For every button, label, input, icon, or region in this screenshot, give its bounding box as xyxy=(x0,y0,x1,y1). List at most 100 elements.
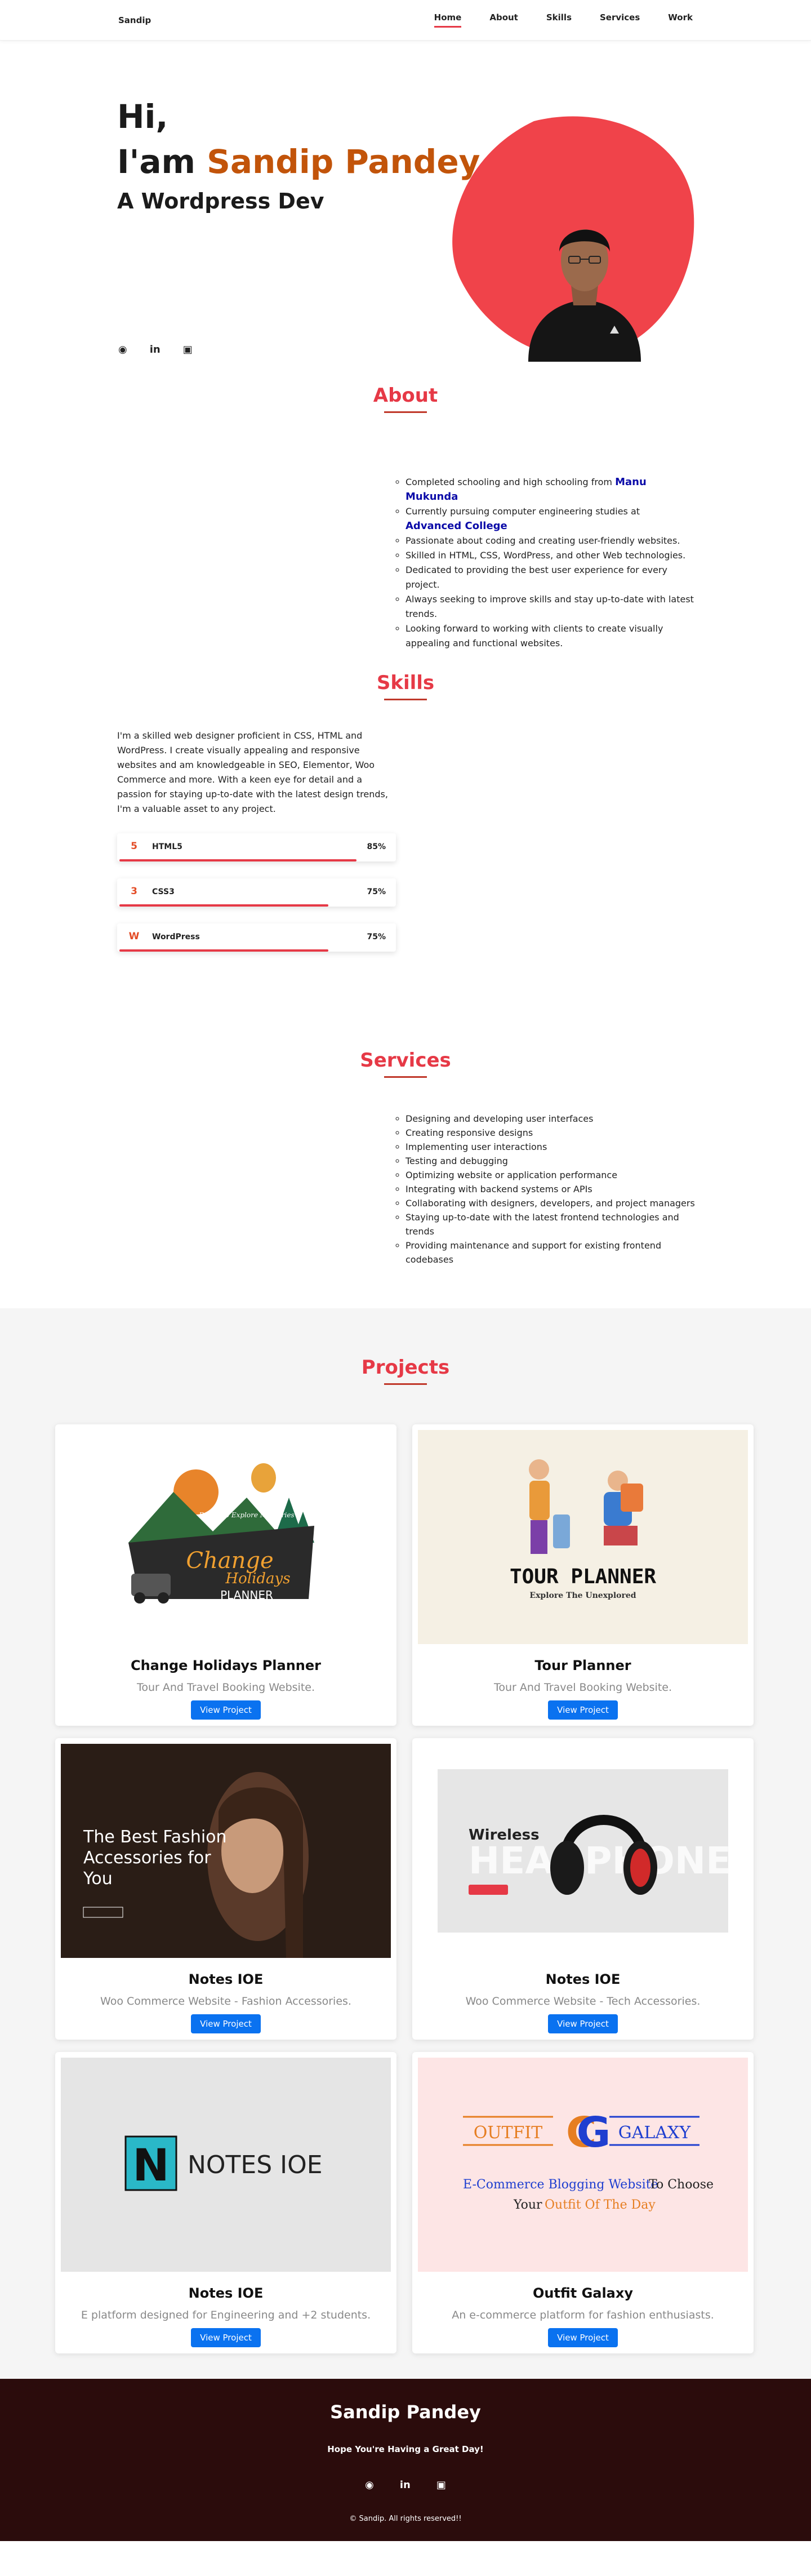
project-description: Tour And Travel Booking Website. xyxy=(136,1681,315,1694)
list-item: Integrating with backend systems or APIs xyxy=(406,1182,698,1196)
svg-text:GALAXY: GALAXY xyxy=(618,2123,692,2143)
list-item: Always seeking to improve skills and sta… xyxy=(406,592,698,621)
list-item: Currently pursuing computer engineering … xyxy=(406,504,698,534)
about-section: About Completed schooling and high schoo… xyxy=(0,356,811,660)
github-icon[interactable]: ◉ xyxy=(365,2479,374,2491)
services-title: Services xyxy=(0,1049,811,1078)
svg-text:Outfit Of The Day: Outfit Of The Day xyxy=(545,2198,656,2212)
nav-skills[interactable]: Skills xyxy=(546,12,572,28)
instagram-icon[interactable]: ▣ xyxy=(183,344,193,356)
project-description: E platform designed for Engineering and … xyxy=(81,2309,371,2321)
list-item: Creating responsive designs xyxy=(406,1126,698,1140)
hero-portrait xyxy=(452,116,694,362)
skill-name: CSS3 xyxy=(152,887,175,896)
svg-text:To Choose: To Choose xyxy=(649,2178,714,2192)
github-icon[interactable]: ◉ xyxy=(118,344,127,356)
skill-name: WordPress xyxy=(152,932,200,941)
wordpress-icon: W xyxy=(128,931,140,942)
project-thumbnail: Change Holidays PLANNER Ready to Explore… xyxy=(61,1430,391,1644)
list-item: Looking forward to working with clients … xyxy=(406,621,698,651)
list-item: Designing and developing user interfaces xyxy=(406,1112,698,1126)
project-card: TOUR PLANNER Explore The Unexplored Tour… xyxy=(412,1424,754,1726)
svg-text:Your: Your xyxy=(513,2198,542,2212)
list-item: Implementing user interactions xyxy=(406,1140,698,1154)
project-title: Notes IOE xyxy=(545,1971,621,1987)
svg-text:Accessories for: Accessories for xyxy=(83,1848,211,1868)
instagram-icon[interactable]: ▣ xyxy=(436,2479,446,2491)
hero-text: Hi, I'am Sandip Pandey A Wordpress Dev xyxy=(117,94,480,214)
list-item: Providing maintenance and support for ex… xyxy=(406,1238,698,1267)
view-project-button[interactable]: View Project xyxy=(548,1700,618,1720)
project-title: Notes IOE xyxy=(188,1971,264,1987)
college-link[interactable]: Advanced College xyxy=(406,520,507,532)
skills-intro: I'm a skilled web designer proficient in… xyxy=(117,730,388,814)
projects-grid: Change Holidays PLANNER Ready to Explore… xyxy=(55,1424,811,2353)
footer-name: Sandip Pandey xyxy=(330,2401,481,2423)
nav-home[interactable]: Home xyxy=(434,12,462,28)
skill-card-css3: 3 CSS3 75% xyxy=(117,878,396,907)
project-title: Outfit Galaxy xyxy=(532,2285,634,2301)
svg-text:HEADPHONE: HEADPHONE xyxy=(469,1839,731,1882)
nav-about[interactable]: About xyxy=(489,12,518,28)
svg-text:N: N xyxy=(132,2140,169,2191)
svg-text:Ready to Explore Memories: Ready to Explore Memories xyxy=(198,1511,294,1519)
view-project-button[interactable]: View Project xyxy=(191,2014,261,2033)
list-item: Passionate about coding and creating use… xyxy=(406,534,698,548)
svg-text:PLANNER: PLANNER xyxy=(220,1588,273,1602)
view-project-button[interactable]: View Project xyxy=(548,2328,618,2347)
hero-social-links: ◉ in ▣ xyxy=(118,344,193,356)
list-item: Dedicated to providing the best user exp… xyxy=(406,563,698,592)
view-project-button[interactable]: View Project xyxy=(191,1700,261,1720)
footer-tagline: Hope You're Having a Great Day! xyxy=(327,2444,484,2454)
hero-name-line: I'am Sandip Pandey xyxy=(117,139,480,184)
list-item: Testing and debugging xyxy=(406,1154,698,1168)
list-item: Skilled in HTML, CSS, WordPress, and oth… xyxy=(406,548,698,563)
list-item: Optimizing website or application perfor… xyxy=(406,1168,698,1182)
project-title: Notes IOE xyxy=(188,2285,264,2301)
project-thumbnail: The Best Fashion Accessories for You xyxy=(61,1744,391,1958)
project-thumbnail: Wireless HEADPHONE xyxy=(418,1744,748,1958)
skill-percent: 75% xyxy=(367,887,386,896)
view-project-button[interactable]: View Project xyxy=(548,2014,618,2033)
svg-text:OUTFIT: OUTFIT xyxy=(474,2123,543,2143)
project-description: Woo Commerce Website - Tech Accessories. xyxy=(465,1995,701,2007)
footer-copyright: © Sandip. All rights reserved!! xyxy=(349,2515,462,2523)
svg-text:NOTES IOE: NOTES IOE xyxy=(188,2151,323,2179)
linkedin-icon[interactable]: in xyxy=(400,2479,411,2491)
skill-card-html5: 5 HTML5 85% xyxy=(117,833,396,861)
skills-title: Skills xyxy=(0,672,811,700)
nav-services[interactable]: Services xyxy=(600,12,640,28)
html5-icon: 5 xyxy=(131,841,137,852)
hero-role: A Wordpress Dev xyxy=(117,189,324,214)
footer-social-links: ◉ in ▣ xyxy=(0,2479,811,2491)
project-thumbnail: N NOTES IOE xyxy=(61,2058,391,2272)
navbar: Sandip Home About Skills Services Work xyxy=(0,0,811,41)
projects-section: Projects Change Holidays PLANNER Ready t… xyxy=(0,1308,811,2379)
nav-work[interactable]: Work xyxy=(668,12,693,28)
projects-title: Projects xyxy=(0,1356,811,1385)
about-list: Completed schooling and high schooling f… xyxy=(406,475,698,651)
svg-text:You: You xyxy=(83,1869,113,1889)
project-card: The Best Fashion Accessories for You Not… xyxy=(55,1738,396,2040)
project-title: Change Holidays Planner xyxy=(130,1658,322,1673)
project-card: Change Holidays PLANNER Ready to Explore… xyxy=(55,1424,396,1726)
hero-section: Hi, I'am Sandip Pandey A Wordpress Dev ◉… xyxy=(0,41,811,362)
project-thumbnail: TOUR PLANNER Explore The Unexplored xyxy=(418,1430,748,1644)
svg-text:TOUR PLANNER: TOUR PLANNER xyxy=(510,1565,656,1588)
svg-text:Holidays: Holidays xyxy=(225,1570,290,1587)
project-thumbnail: OUTFIT C G GALAXY E-Commerce Blogging We… xyxy=(418,2058,748,2272)
skill-percent: 85% xyxy=(367,842,386,851)
project-card: N NOTES IOE Notes IOE E platform designe… xyxy=(55,2052,396,2353)
list-item: Completed schooling and high schooling f… xyxy=(406,475,698,504)
skill-progress-bar xyxy=(119,904,328,907)
linkedin-icon[interactable]: in xyxy=(150,344,161,356)
skill-percent: 75% xyxy=(367,932,386,941)
list-item: Collaborating with designers, developers… xyxy=(406,1196,698,1210)
footer: Sandip Pandey Hope You're Having a Great… xyxy=(0,2379,811,2541)
brand-logo[interactable]: Sandip xyxy=(118,15,151,25)
view-project-button[interactable]: View Project xyxy=(191,2328,261,2347)
hero-greeting: Hi, xyxy=(117,97,168,136)
skill-name: HTML5 xyxy=(152,842,182,851)
skill-progress-bar xyxy=(119,949,328,952)
about-title: About xyxy=(0,384,811,413)
